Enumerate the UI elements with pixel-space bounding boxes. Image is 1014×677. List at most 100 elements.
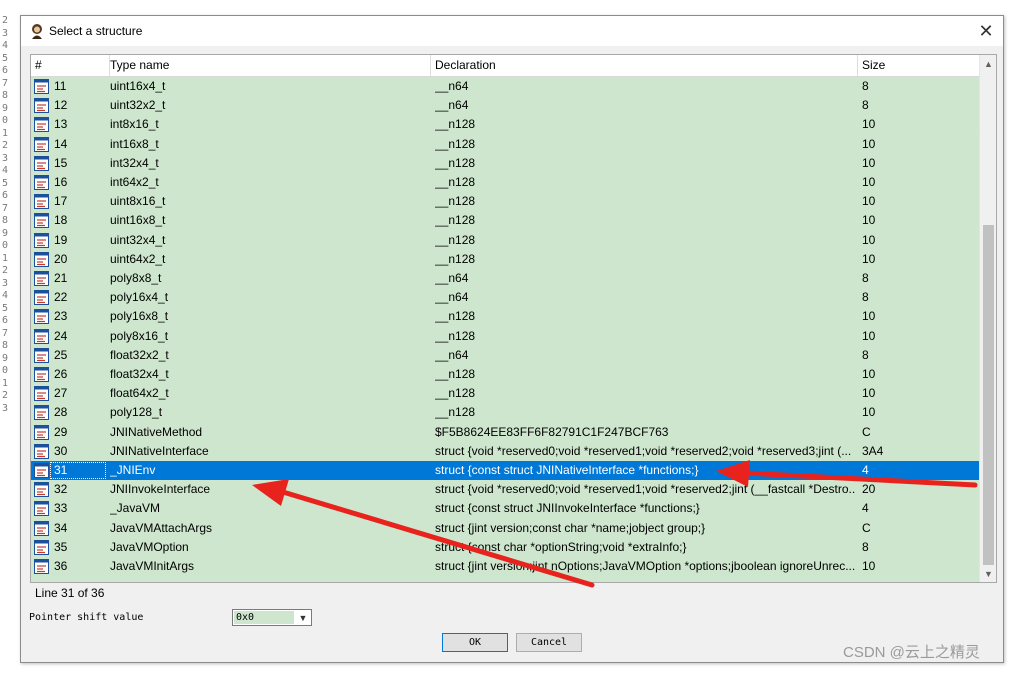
struct-type-icon: [34, 367, 49, 382]
table-row[interactable]: 28 poly128_t __n128 10: [31, 403, 979, 423]
row-declaration: __n128: [435, 213, 476, 228]
table-row[interactable]: 36 JavaVMInitArgs struct {jint version;jin…: [31, 557, 979, 576]
gutter-line-number: 4: [2, 165, 9, 176]
row-size: 8: [862, 290, 869, 305]
row-number: 27: [54, 386, 68, 401]
table-row[interactable]: 20 uint64x2_t __n128 10: [31, 249, 979, 269]
column-header-size[interactable]: Size: [858, 55, 979, 76]
row-number: 35: [54, 539, 68, 554]
row-type-name: int32x4_t: [110, 155, 159, 170]
gutter-line-number: 3: [2, 402, 9, 414]
table-body: 11 uint16x4_t __n64 8 12 uint32x2_t __n64 8 13 in…: [31, 77, 979, 582]
row-type-name: JNINativeMethod: [110, 424, 203, 439]
column-header-declaration[interactable]: Declaration: [431, 55, 858, 76]
table-row[interactable]: 17 uint8x16_t __n128 10: [31, 192, 979, 212]
table-row[interactable]: 22 poly16x4_t __n64 8: [31, 288, 979, 308]
table-row[interactable]: 12 uint32x2_t __n64 8: [31, 96, 979, 116]
row-number: 13: [54, 117, 68, 132]
row-number: 29: [54, 424, 68, 439]
row-size: 10: [862, 232, 876, 247]
pointer-shift-value[interactable]: 0x0: [234, 611, 294, 624]
struct-type-icon: [34, 194, 49, 210]
table-row[interactable]: 14 int16x8_t __n128 10: [31, 134, 979, 154]
row-number: 34: [54, 520, 68, 535]
gutter-line-number: 3: [2, 27, 9, 39]
gutter-line-number: 8: [2, 90, 9, 101]
gutter-line-number: 9: [2, 227, 9, 239]
table-row[interactable]: 19 uint32x4_t __n128 10: [31, 230, 979, 250]
row-declaration: __n64: [435, 98, 469, 113]
gutter-line-number: 8: [2, 215, 9, 226]
gutter-line-number: 1: [2, 252, 9, 264]
table-row[interactable]: 32 JNIInvokeInterface struct {void *reserv…: [31, 480, 979, 500]
row-size: 10: [862, 155, 876, 170]
gutter-line-number: 0: [2, 365, 9, 376]
scroll-up-icon[interactable]: ▲: [980, 55, 996, 72]
row-declaration: __n128: [435, 155, 476, 170]
table-row[interactable]: 30 JNINativeInterface struct {void *reserv…: [31, 441, 979, 461]
row-number: 26: [54, 367, 68, 381]
close-button[interactable]: ✕: [969, 16, 1003, 46]
gutter-line-number: 7: [2, 327, 9, 339]
table-row[interactable]: 23 poly16x8_t __n128 10: [31, 307, 979, 327]
struct-type-icon: [34, 175, 49, 190]
table-header: # Type name Declaration Size: [31, 55, 979, 77]
table-row[interactable]: 31 _JNIEnv struct {const struct JNINativeI…: [31, 461, 979, 480]
chevron-down-icon[interactable]: ▼: [295, 610, 311, 625]
row-type-name: float32x4_t: [110, 367, 169, 381]
table-row[interactable]: 18 uint16x8_t __n128 10: [31, 211, 979, 231]
row-size: C: [862, 424, 871, 439]
row-size: 10: [862, 328, 876, 343]
ok-button[interactable]: OK: [442, 633, 508, 652]
struct-type-icon: [34, 117, 49, 133]
row-type-name: JNINativeInterface: [110, 443, 209, 458]
row-number: 14: [54, 136, 68, 151]
row-declaration: __n128: [435, 194, 476, 209]
struct-type-icon: [34, 501, 49, 517]
struct-type-icon: [34, 98, 49, 114]
table-row[interactable]: 24 poly8x16_t __n128 10: [31, 326, 979, 346]
table-row[interactable]: 35 JavaVMOption struct {const char *option…: [31, 537, 979, 557]
scroll-down-icon[interactable]: ▼: [980, 565, 996, 582]
row-number: 22: [54, 290, 68, 305]
table-row[interactable]: 29 JNINativeMethod $F5B8624EE83FF6F82791C1…: [31, 422, 979, 442]
table-row[interactable]: 16 int64x2_t __n128 10: [31, 173, 979, 192]
table-row[interactable]: 13 int8x16_t __n128 10: [31, 115, 979, 135]
gutter-line-number: 7: [2, 77, 9, 89]
row-type-name: uint16x4_t: [110, 79, 166, 93]
table-row[interactable]: 27 float64x2_t __n128 10: [31, 384, 979, 404]
pointer-shift-select[interactable]: 0x0 ▼: [232, 609, 312, 626]
table-row[interactable]: 34 JavaVMAttachArgs struct {jint version;c…: [31, 518, 979, 538]
row-number: 15: [54, 155, 68, 170]
row-number: 12: [54, 98, 68, 113]
gutter-line-number: 8: [2, 340, 9, 351]
row-declaration: struct {jint version;const char *name;jo…: [435, 520, 706, 535]
table-row[interactable]: 26 float32x4_t __n128 10: [31, 365, 979, 384]
row-size: 4: [862, 501, 869, 516]
row-number: 36: [54, 559, 68, 573]
row-size: 8: [862, 79, 869, 93]
row-type-name: int8x16_t: [110, 117, 159, 132]
table-row[interactable]: 15 int32x4_t __n128 10: [31, 153, 979, 173]
column-header-number[interactable]: #: [31, 55, 110, 76]
gutter-line-number: 1: [2, 127, 9, 139]
status-text: Line 31 of 36: [35, 586, 105, 600]
vertical-scrollbar[interactable]: ▲ ▼: [979, 55, 996, 582]
row-type-name: int64x2_t: [110, 175, 159, 189]
gutter-line-number: 5: [2, 52, 9, 64]
table-row[interactable]: 33 _JavaVM struct {const struct JNIInvokeI…: [31, 499, 979, 519]
row-size: 3A4: [862, 443, 884, 458]
row-declaration: __n128: [435, 328, 476, 343]
table-row[interactable]: 25 float32x2_t __n64 8: [31, 345, 979, 365]
struct-type-icon: [34, 271, 49, 286]
table-row[interactable]: 21 poly8x8_t __n64 8: [31, 269, 979, 288]
scrollbar-thumb[interactable]: [983, 225, 994, 565]
table-row[interactable]: 11 uint16x4_t __n64 8: [31, 77, 979, 96]
cancel-button[interactable]: Cancel: [516, 633, 582, 652]
gutter-line-number: 3: [2, 152, 9, 164]
row-declaration: __n128: [435, 309, 476, 324]
gutter-line-number: 9: [2, 102, 9, 114]
row-number: 21: [54, 271, 68, 285]
row-number: 28: [54, 405, 68, 420]
column-header-type-name[interactable]: Type name: [106, 55, 431, 76]
